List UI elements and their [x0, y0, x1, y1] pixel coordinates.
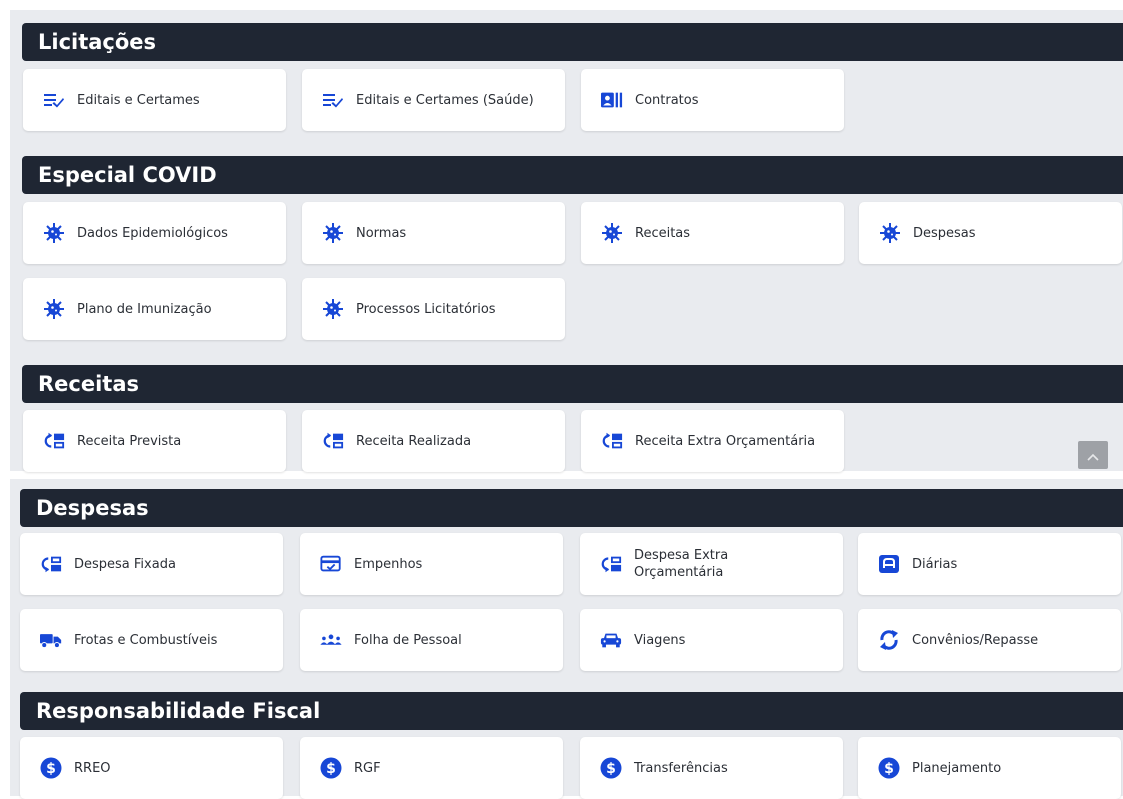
card-planejamento[interactable]: $ Planejamento: [858, 737, 1121, 799]
card-plano-imunizacao[interactable]: Plano de Imunização: [23, 278, 286, 340]
card-label: Folha de Pessoal: [354, 632, 462, 648]
virus-icon: [43, 222, 65, 244]
dollar-circle-icon: $: [40, 757, 62, 779]
virus-icon: [879, 222, 901, 244]
svg-text:$: $: [606, 761, 616, 777]
card-convenios[interactable]: Convênios/Repasse: [858, 609, 1121, 671]
card-label: Processos Licitatórios: [356, 301, 496, 317]
card-label: Despesa Extra Orçamentária: [634, 548, 729, 580]
card-transferencias[interactable]: $ Transferências: [580, 737, 843, 799]
card-label: Normas: [356, 225, 407, 241]
daily-allowance-icon: [878, 553, 900, 575]
card-label: Planejamento: [912, 760, 1002, 776]
card-label: Transferências: [634, 760, 728, 776]
card-label: RREO: [74, 760, 111, 776]
section-header-receitas: Receitas: [22, 365, 1123, 403]
revenue-icon: [601, 430, 623, 452]
card-label: Receita Realizada: [356, 433, 472, 449]
sync-icon: [878, 629, 900, 651]
card-dados-epidemiologicos[interactable]: Dados Epidemiológicos: [23, 202, 286, 264]
card-label: Despesa Fixada: [74, 556, 176, 572]
card-label: Empenhos: [354, 556, 423, 572]
divider-strip: [0, 471, 1123, 479]
section-header-despesas: Despesas: [20, 489, 1123, 527]
card-frotas[interactable]: Frotas e Combustíveis: [20, 609, 283, 671]
card-empenhos[interactable]: Empenhos: [300, 533, 563, 595]
card-receita-extra[interactable]: Receita Extra Orçamentária: [581, 410, 844, 472]
card-normas[interactable]: Normas: [302, 202, 565, 264]
list-check-icon: [322, 89, 344, 111]
card-label: Plano de Imunização: [77, 301, 212, 317]
card-rgf[interactable]: $ RGF: [300, 737, 563, 799]
card-label: Frotas e Combustíveis: [74, 632, 218, 648]
dollar-circle-icon: $: [320, 757, 342, 779]
virus-icon: [322, 298, 344, 320]
section-header-fiscal: Responsabilidade Fiscal: [20, 692, 1123, 730]
expense-icon: [40, 553, 62, 575]
card-label: Viagens: [634, 632, 686, 648]
svg-text:$: $: [326, 761, 336, 777]
svg-text:$: $: [884, 761, 894, 777]
card-label: Receita Prevista: [77, 433, 182, 449]
card-label: Editais e Certames: [77, 92, 200, 108]
card-label: Diárias: [912, 556, 958, 572]
card-receitas-covid[interactable]: Receitas: [581, 202, 844, 264]
truck-icon: [40, 629, 62, 651]
scroll-to-top-button[interactable]: [1078, 441, 1108, 469]
card-label: RGF: [354, 760, 381, 776]
svg-text:$: $: [46, 761, 56, 777]
card-label: Convênios/Repasse: [912, 632, 1039, 648]
card-label: Contratos: [635, 92, 699, 108]
card-rreo[interactable]: $ RREO: [20, 737, 283, 799]
card-receita-prevista[interactable]: Receita Prevista: [23, 410, 286, 472]
card-despesa-extra[interactable]: Despesa Extra Orçamentária: [580, 533, 843, 595]
contract-icon: [601, 89, 623, 111]
card-viagens[interactable]: Viagens: [580, 609, 843, 671]
card-folha-pessoal[interactable]: Folha de Pessoal: [300, 609, 563, 671]
commitment-icon: [320, 553, 342, 575]
revenue-icon: [43, 430, 65, 452]
card-diarias[interactable]: Diárias: [858, 533, 1121, 595]
revenue-icon: [322, 430, 344, 452]
list-check-icon: [43, 89, 65, 111]
card-label: Receita Extra Orçamentária: [635, 433, 816, 449]
people-icon: [320, 629, 342, 651]
chevron-up-icon: [1087, 446, 1099, 465]
card-despesa-fixada[interactable]: Despesa Fixada: [20, 533, 283, 595]
expense-icon: [600, 553, 622, 575]
card-label: Despesas: [913, 225, 976, 241]
virus-icon: [601, 222, 623, 244]
virus-icon: [43, 298, 65, 320]
dollar-circle-icon: $: [600, 757, 622, 779]
card-despesas-covid[interactable]: Despesas: [859, 202, 1122, 264]
card-editais-saude[interactable]: Editais e Certames (Saúde): [302, 69, 565, 131]
card-label: Editais e Certames (Saúde): [356, 92, 534, 108]
card-processos-licitatorios[interactable]: Processos Licitatórios: [302, 278, 565, 340]
card-receita-realizada[interactable]: Receita Realizada: [302, 410, 565, 472]
card-label: Dados Epidemiológicos: [77, 225, 228, 241]
virus-icon: [322, 222, 344, 244]
section-header-covid: Especial COVID: [22, 156, 1123, 194]
card-contratos[interactable]: Contratos: [581, 69, 844, 131]
card-label: Receitas: [635, 225, 691, 241]
car-icon: [600, 629, 622, 651]
section-header-licitacoes: Licitações: [22, 23, 1123, 61]
card-editais[interactable]: Editais e Certames: [23, 69, 286, 131]
dollar-circle-icon: $: [878, 757, 900, 779]
